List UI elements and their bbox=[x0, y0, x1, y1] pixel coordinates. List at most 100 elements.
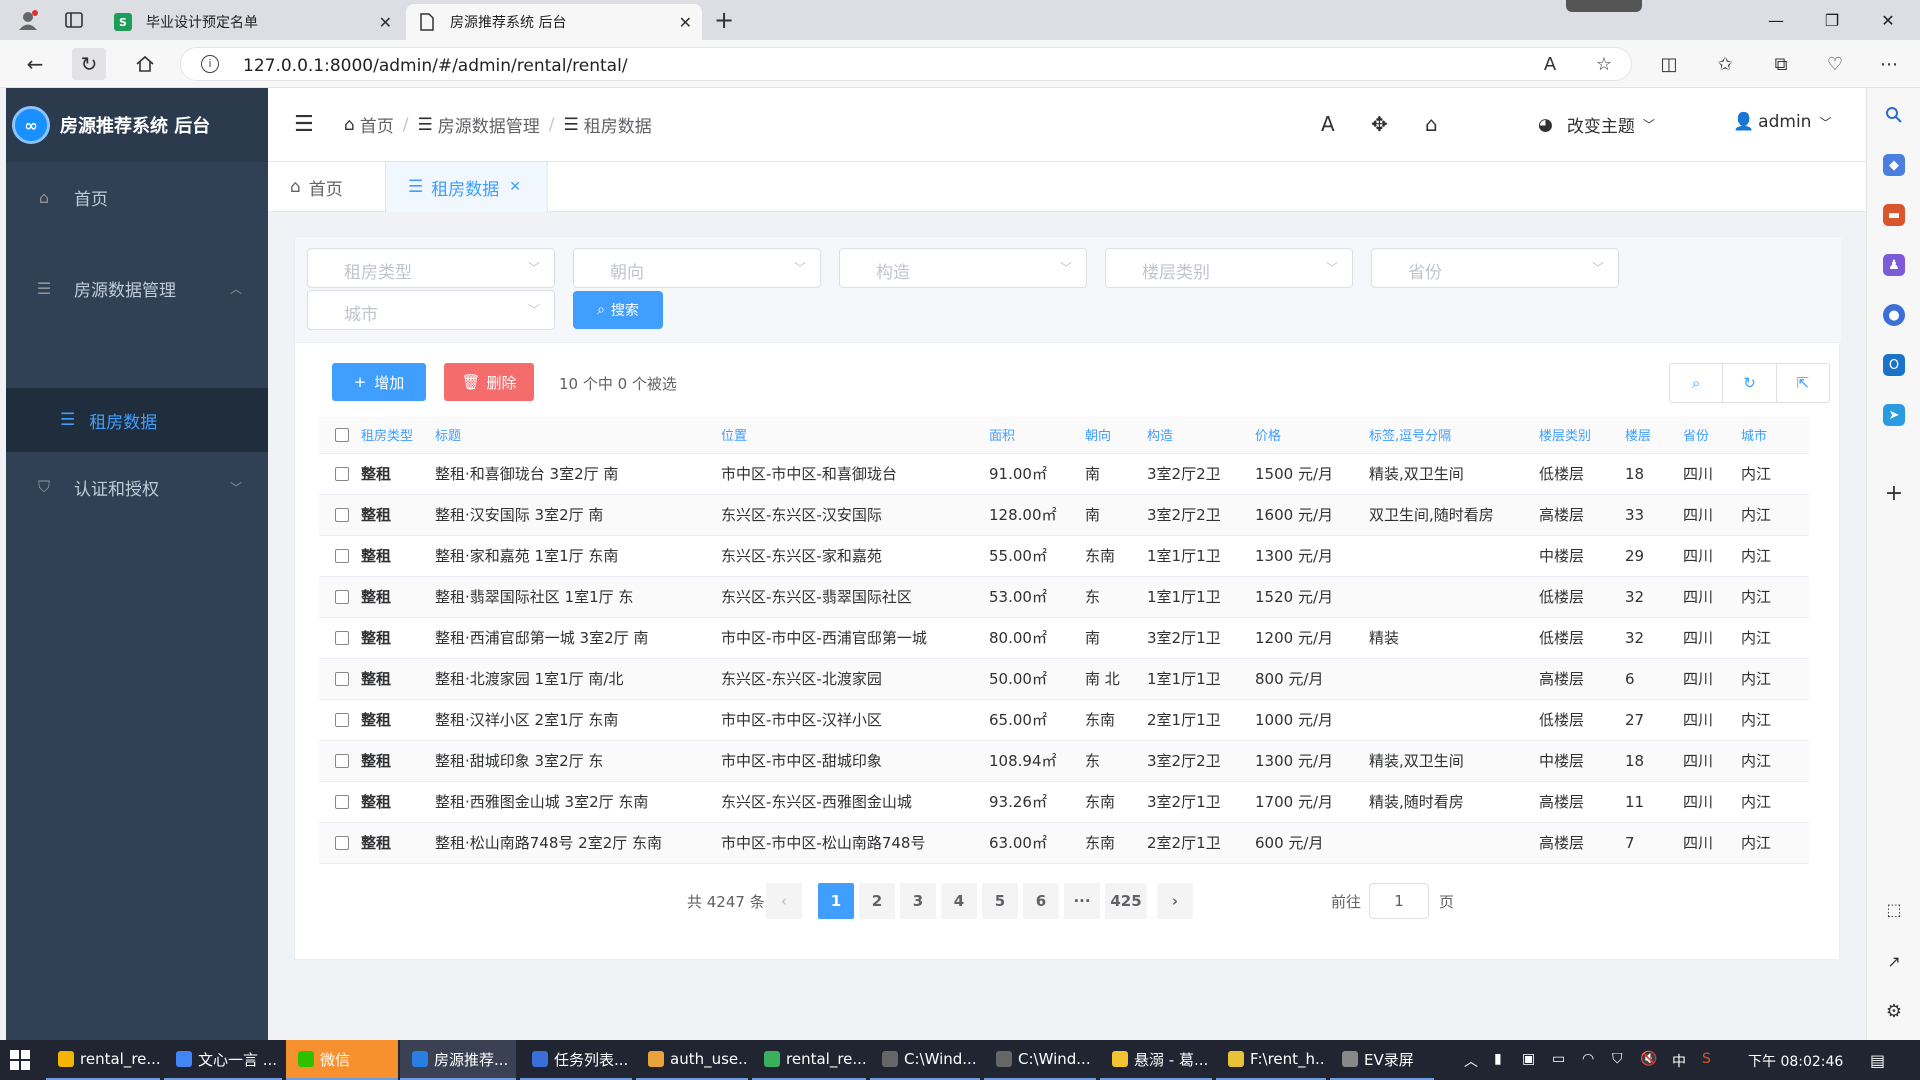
url-bar[interactable]: i 127.0.0.1:8000/admin/#/admin/rental/re… bbox=[180, 47, 1632, 81]
tools-icon[interactable]: ▬ bbox=[1883, 204, 1905, 226]
goto-page-input[interactable]: 1 bbox=[1369, 883, 1429, 919]
row-checkbox[interactable] bbox=[335, 713, 349, 727]
province-select[interactable]: 省份 ﹀ bbox=[1371, 248, 1619, 288]
taskbar-app-button[interactable]: 文心一言 ... bbox=[164, 1040, 282, 1080]
breadcrumb-item[interactable]: 房源数据管理 bbox=[438, 112, 540, 137]
more-menu-icon[interactable]: ⋯ bbox=[1876, 52, 1902, 76]
taskbar-app-button[interactable]: 微信 bbox=[286, 1040, 398, 1080]
add-sidebar-app-icon[interactable]: + bbox=[1883, 481, 1905, 506]
search-icon[interactable]: ⌕ bbox=[1670, 364, 1724, 402]
taskbar-app-button[interactable]: F:\rent_h... bbox=[1216, 1040, 1326, 1080]
browser-essentials-icon[interactable]: ♡ bbox=[1822, 52, 1848, 76]
table-row[interactable]: 整租 整租·甜城印象 3室2厅 东市中区-市中区-甜城印象 108.94㎡东 3室2厅… bbox=[319, 740, 1809, 782]
page-button[interactable]: 2 bbox=[859, 883, 895, 919]
taskbar-app-button[interactable]: 任务列表... bbox=[520, 1040, 632, 1080]
taskbar-app-button[interactable]: auth_use... bbox=[636, 1040, 748, 1080]
taskbar-app-button[interactable]: rental_re... bbox=[46, 1040, 160, 1080]
rental-type-link[interactable]: 整租 bbox=[361, 617, 435, 659]
column-header[interactable]: 楼层类别 bbox=[1539, 417, 1625, 454]
page-button[interactable]: 5 bbox=[982, 883, 1018, 919]
breadcrumb-item[interactable]: 首页 bbox=[360, 112, 394, 137]
outlook-icon[interactable]: O bbox=[1883, 354, 1905, 376]
rental-type-link[interactable]: 整租 bbox=[361, 576, 435, 618]
taskbar-app-button[interactable]: 悬溺 - 葛... bbox=[1100, 1040, 1212, 1080]
page-button[interactable]: 4 bbox=[941, 883, 977, 919]
back-icon[interactable]: ← bbox=[18, 48, 52, 80]
favorites-icon[interactable]: ✩ bbox=[1712, 52, 1738, 76]
copilot-icon[interactable]: ● bbox=[1883, 304, 1905, 326]
clock[interactable]: 下午 08:02:46 bbox=[1748, 1051, 1843, 1071]
notification-icon[interactable]: ▤ bbox=[1870, 1051, 1885, 1070]
row-checkbox[interactable] bbox=[335, 795, 349, 809]
screenshot-icon[interactable]: ⬚ bbox=[1883, 898, 1905, 920]
column-header[interactable]: 租房类型 bbox=[361, 417, 435, 454]
browser-tab-2[interactable]: 房源推荐系统 后台 ✕ bbox=[406, 4, 702, 40]
sidebar-item-auth[interactable]: ⛉ 认证和授权 ﹀ bbox=[6, 452, 268, 522]
column-header[interactable]: 面积 bbox=[989, 417, 1085, 454]
shopping-icon[interactable]: ◆ bbox=[1883, 154, 1905, 176]
row-checkbox[interactable] bbox=[335, 508, 349, 522]
table-row[interactable]: 整租 整租·翡翠国际社区 1室1厅 东东兴区-东兴区-翡翠国际社区 53.00㎡东 1… bbox=[319, 576, 1809, 618]
pagination-ellipsis[interactable]: ··· bbox=[1064, 883, 1100, 919]
volume-muted-icon[interactable]: 🔇 bbox=[1640, 1051, 1657, 1067]
refresh-icon[interactable]: ↻ bbox=[1723, 364, 1777, 402]
tab-actions-icon[interactable] bbox=[60, 8, 88, 32]
add-button[interactable]: + 增加 bbox=[332, 363, 426, 401]
rental-type-link[interactable]: 整租 bbox=[361, 781, 435, 823]
url-text[interactable]: 127.0.0.1:8000/admin/#/admin/rental/rent… bbox=[243, 56, 628, 76]
taskbar-app-button[interactable]: C:\Wind... bbox=[984, 1040, 1096, 1080]
row-checkbox[interactable] bbox=[335, 549, 349, 563]
table-row[interactable]: 整租 整租·家和嘉苑 1室1厅 东南 东兴区-东兴区-家和嘉苑 55.00㎡ 东南 1室1… bbox=[319, 535, 1809, 577]
column-header[interactable]: 省份 bbox=[1683, 417, 1741, 454]
app-logo-row[interactable]: ∞ 房源推荐系统 后台 bbox=[6, 88, 268, 162]
column-header[interactable]: 楼层 bbox=[1625, 417, 1683, 454]
table-row[interactable]: 整租 整租·西浦官邸第一城 3室2厅 南市中区-市中区-西浦官邸第一城 80.00㎡… bbox=[319, 617, 1809, 659]
prev-page-button[interactable]: ‹ bbox=[766, 883, 802, 919]
export-icon[interactable]: ⇱ bbox=[1777, 364, 1829, 402]
taskbar-app-button[interactable]: EV录屏 bbox=[1330, 1040, 1434, 1080]
rental-type-link[interactable]: 整租 bbox=[361, 740, 435, 782]
close-tab-icon[interactable]: ✕ bbox=[679, 13, 692, 32]
page-button[interactable]: 425 bbox=[1105, 883, 1147, 919]
row-checkbox[interactable] bbox=[335, 467, 349, 481]
close-tab-icon[interactable]: ✕ bbox=[379, 13, 392, 32]
row-checkbox[interactable] bbox=[335, 672, 349, 686]
column-header[interactable]: 位置 bbox=[721, 417, 989, 454]
table-row[interactable]: 整租 整租·松山南路748号 2室2厅 东南 市中区-市中区-松山南路748号 63.… bbox=[319, 822, 1809, 864]
table-row[interactable]: 整租 整租·北渡家园 1室1厅 南/北 东兴区-东兴区-北渡家园 50.00㎡南 北1… bbox=[319, 658, 1809, 700]
battery-icon[interactable]: ▭ bbox=[1552, 1051, 1565, 1067]
settings-gear-icon[interactable]: ⚙ bbox=[1883, 1000, 1905, 1022]
page-button[interactable]: 1 bbox=[818, 883, 854, 919]
table-row[interactable]: 整租 整租·汉安国际 3室2厅 南东兴区-东兴区-汉安国际 128.00㎡南 3室2厅… bbox=[319, 494, 1809, 536]
restore-icon[interactable]: ❐ bbox=[1810, 6, 1854, 34]
rental-type-link[interactable]: 整租 bbox=[361, 658, 435, 700]
taskbar-app-button[interactable]: rental_re... bbox=[752, 1040, 866, 1080]
wifi-icon[interactable]: ◠ bbox=[1582, 1051, 1594, 1067]
row-checkbox[interactable] bbox=[335, 590, 349, 604]
fullscreen-icon[interactable]: ✥ bbox=[1371, 112, 1388, 136]
city-select[interactable]: 城市 ﹀ bbox=[307, 290, 555, 330]
close-icon[interactable]: ✕ bbox=[509, 179, 521, 195]
delete-button[interactable]: 🗑 删除 bbox=[444, 363, 534, 401]
new-tab-icon[interactable]: + bbox=[710, 6, 738, 34]
next-page-button[interactable]: › bbox=[1157, 883, 1193, 919]
sogou-ime-icon[interactable]: S bbox=[1702, 1051, 1711, 1067]
profile-icon[interactable] bbox=[14, 8, 42, 32]
table-row[interactable]: 整租 整租·汉祥小区 2室1厅 东南 市中区-市中区-汉祥小区 65.00㎡ 东南 2室1… bbox=[319, 699, 1809, 741]
column-header[interactable]: 价格 bbox=[1255, 417, 1369, 454]
hamburger-menu-icon[interactable]: ☰ bbox=[294, 112, 314, 137]
send-icon[interactable]: ➤ bbox=[1883, 404, 1905, 426]
rental-type-link[interactable]: 整租 bbox=[361, 535, 435, 577]
table-row[interactable]: 整租 整租·和喜御珑台 3室2厅 南市中区-市中区-和喜御珑台 91.00㎡南 3室2… bbox=[319, 453, 1809, 495]
browser-tab-1[interactable]: S 毕业设计预定名单 ✕ bbox=[102, 4, 402, 40]
tray-chevron-up-icon[interactable]: ︿ bbox=[1464, 1051, 1478, 1071]
search-icon[interactable] bbox=[1883, 104, 1905, 126]
search-button[interactable]: ⌕ 搜索 bbox=[573, 291, 663, 329]
rental-type-select[interactable]: 租房类型 ﹀ bbox=[307, 248, 555, 288]
column-header[interactable]: 标签,逗号分隔 bbox=[1369, 417, 1539, 454]
row-checkbox[interactable] bbox=[335, 836, 349, 850]
tray-app-icon[interactable]: ▮ bbox=[1494, 1051, 1502, 1067]
user-menu-button[interactable]: 👤 admin ﹀ bbox=[1733, 112, 1831, 132]
sidebar-item-home[interactable]: ⌂ 首页 bbox=[6, 162, 268, 232]
security-shield-icon[interactable]: ⛉ bbox=[1612, 1051, 1623, 1067]
